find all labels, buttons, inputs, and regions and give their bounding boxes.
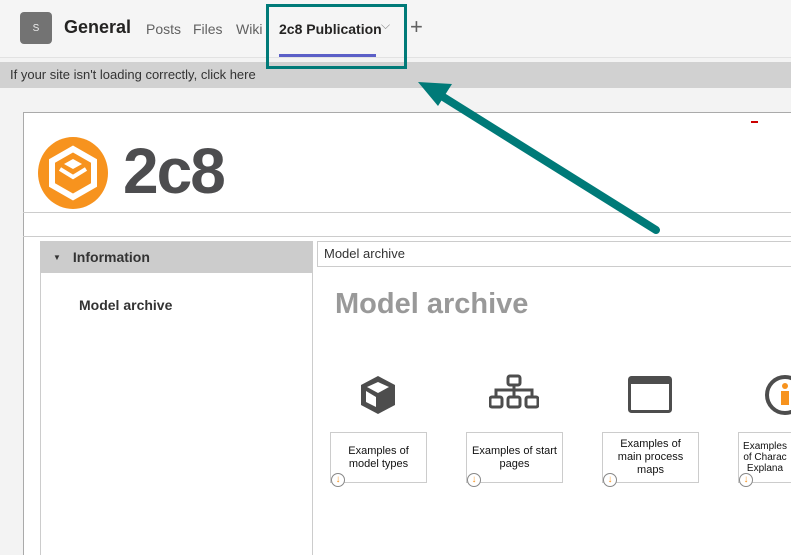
annotation-arrow-icon [418,82,660,234]
